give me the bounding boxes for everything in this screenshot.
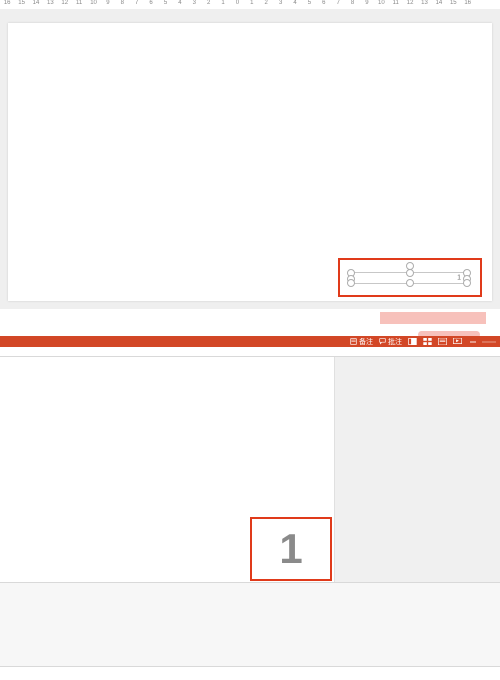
- ruler-tick: 10: [86, 0, 100, 6]
- view-reading-button[interactable]: [438, 338, 447, 345]
- ruler-tick: 12: [403, 0, 417, 6]
- ruler-tick: 11: [389, 0, 403, 6]
- area-divider-bottom: [0, 666, 500, 667]
- ruler-tick: 5: [158, 0, 172, 6]
- ruler-tick: 6: [317, 0, 331, 6]
- ruler-tick: 0: [230, 0, 244, 6]
- ruler-tick: 12: [58, 0, 72, 6]
- preview-page-number-highlight: 1: [250, 517, 332, 581]
- comments-button[interactable]: 批注: [379, 337, 402, 347]
- ruler-tick: 7: [331, 0, 345, 6]
- ruler-tick: 4: [288, 0, 302, 6]
- preview-slide[interactable]: 1: [0, 357, 335, 582]
- view-sorter-button[interactable]: [423, 338, 432, 345]
- zoom-slider[interactable]: [482, 339, 496, 345]
- ruler-tick: 15: [446, 0, 460, 6]
- ruler-tick: 9: [360, 0, 374, 6]
- ruler-tick: 7: [130, 0, 144, 6]
- preview-side-panel: [335, 357, 500, 582]
- slide-editor[interactable]: 1: [8, 23, 492, 301]
- resize-handle-s[interactable]: [406, 279, 414, 287]
- page-number-value: 1: [457, 275, 461, 282]
- zoom-out-button[interactable]: [470, 339, 476, 345]
- view-slideshow-button[interactable]: [453, 338, 462, 345]
- ruler-tick: 9: [101, 0, 115, 6]
- notes-panel[interactable]: [0, 583, 500, 666]
- notes-icon: [350, 338, 357, 345]
- comments-label: 批注: [388, 337, 402, 347]
- ruler-tick: 2: [259, 0, 273, 6]
- ruler-tick: 15: [14, 0, 28, 6]
- ruler-tick: 1: [245, 0, 259, 6]
- ruler-tick: 14: [432, 0, 446, 6]
- resize-handle-se[interactable]: [463, 279, 471, 287]
- ruler-tick: 5: [302, 0, 316, 6]
- ruler-tick: 16: [0, 0, 14, 6]
- page-number-placeholder[interactable]: 1: [350, 272, 468, 284]
- ruler-tick: 4: [173, 0, 187, 6]
- comments-icon: [379, 338, 386, 345]
- ruler-tick: 8: [115, 0, 129, 6]
- ruler-tick: 13: [417, 0, 431, 6]
- ruler-tick: 16: [461, 0, 475, 6]
- ruler-tick: 3: [187, 0, 201, 6]
- notes-button[interactable]: 备注: [350, 337, 373, 347]
- ruler-tick: 1: [216, 0, 230, 6]
- ruler-tick: 13: [43, 0, 57, 6]
- ruler-tick: 8: [345, 0, 359, 6]
- ruler-tick: 10: [374, 0, 388, 6]
- ruler-tick: 3: [273, 0, 287, 6]
- ruler-tick: 2: [201, 0, 215, 6]
- status-bar: 备注 批注: [0, 336, 500, 347]
- preview-page-number-value: 1: [279, 525, 302, 573]
- preview-area: 1: [0, 347, 500, 680]
- slide-canvas-area: 1: [0, 9, 500, 317]
- annotation-strip: [380, 312, 486, 324]
- resize-handle-n[interactable]: [406, 269, 414, 277]
- notes-label: 备注: [359, 337, 373, 347]
- resize-handle-sw[interactable]: [347, 279, 355, 287]
- ruler-tick: 14: [29, 0, 43, 6]
- ruler-tick: 6: [144, 0, 158, 6]
- horizontal-ruler: 1615141312111098765432101234567891011121…: [0, 0, 500, 9]
- ruler-tick: 11: [72, 0, 86, 6]
- view-normal-button[interactable]: [408, 338, 417, 345]
